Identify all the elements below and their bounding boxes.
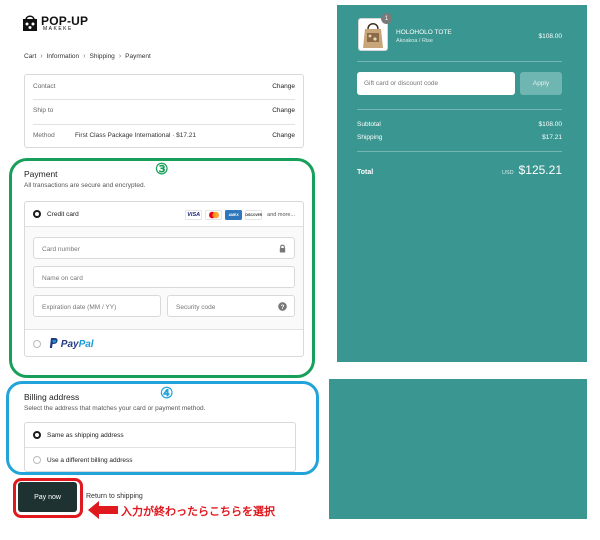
security-code-input[interactable]: [168, 297, 294, 318]
shopping-bag-icon: [23, 15, 37, 31]
expiration-field[interactable]: [33, 295, 161, 318]
brand-subname: MAKEKE: [43, 25, 73, 32]
subtotal-label: Subtotal: [357, 121, 381, 128]
product-variant: Akoakoa / Rise: [396, 38, 433, 44]
method-label: Method: [33, 132, 55, 139]
contact-change-link[interactable]: Change: [272, 83, 295, 90]
order-info-box: Contact Change Ship to Change Method Fir…: [24, 74, 304, 148]
method-value: First Class Package International · $17.…: [75, 132, 197, 139]
method-change-link[interactable]: Change: [272, 132, 295, 139]
ship-to-change-link[interactable]: Change: [272, 107, 295, 114]
billing-subtitle: Select the address that matches your car…: [24, 405, 206, 412]
step-4-marker: ④: [160, 385, 174, 402]
mastercard-icon: [205, 210, 223, 220]
pay-now-button[interactable]: Pay now: [18, 482, 77, 512]
paypal-text-pay: Pay: [60, 339, 79, 350]
security-code-field[interactable]: ?: [167, 295, 295, 318]
expiration-input[interactable]: [34, 297, 160, 318]
return-to-shipping-link[interactable]: Return to shipping: [86, 493, 143, 500]
paypal-text-pal: Pal: [78, 339, 94, 350]
visa-icon: VISA: [185, 210, 203, 220]
total-amount: USD $125.21: [502, 163, 562, 177]
paypal-logo: PayPal: [49, 338, 94, 350]
breadcrumb-cart[interactable]: Cart: [24, 53, 36, 60]
breadcrumb: Cart › Information › Shipping › Payment: [24, 53, 151, 60]
divider: [357, 109, 562, 110]
different-billing-option[interactable]: Use a different billing address: [25, 448, 295, 473]
shipping-value: $17.21: [542, 134, 562, 141]
credit-card-radio[interactable]: [33, 210, 41, 218]
contact-row: Contact Change: [25, 75, 303, 99]
lock-icon: [279, 244, 286, 253]
contact-label: Contact: [33, 83, 56, 90]
svg-text:?: ?: [281, 304, 285, 311]
subtotal-value: $108.00: [538, 121, 563, 128]
credit-card-option[interactable]: Credit card VISA AMEX DISCOVER and more.…: [25, 202, 303, 227]
ship-to-label: Ship to: [33, 107, 54, 114]
currency-code: USD: [501, 170, 514, 176]
chevron-right-icon: ›: [83, 53, 86, 60]
discount-field[interactable]: [357, 72, 515, 95]
order-summary: 1 HOLOHOLO TOTE Akoakoa / Rise $108.00 A…: [337, 5, 587, 362]
same-as-shipping-option[interactable]: Same as shipping address: [25, 423, 295, 448]
chevron-right-icon: ›: [40, 53, 43, 60]
billing-title: Billing address: [24, 392, 80, 402]
different-billing-radio[interactable]: [33, 456, 41, 464]
total-value: $125.21: [518, 163, 562, 177]
card-number-input[interactable]: [34, 239, 294, 260]
payment-methods-box: Credit card VISA AMEX DISCOVER and more.…: [24, 201, 304, 357]
paypal-option[interactable]: PayPal: [25, 330, 303, 356]
product-price: $108.00: [538, 33, 563, 40]
discover-icon: DISCOVER: [245, 210, 263, 220]
name-on-card-field[interactable]: [33, 266, 295, 289]
credit-card-form: ?: [25, 227, 303, 330]
same-as-shipping-label: Same as shipping address: [47, 432, 124, 439]
quantity-badge: 1: [381, 13, 392, 24]
arrow-left-icon: [88, 501, 118, 519]
help-icon[interactable]: ?: [278, 302, 287, 311]
breadcrumb-payment: Payment: [125, 53, 151, 60]
total-label: Total: [357, 169, 374, 176]
ship-to-row: Ship to Change: [25, 99, 303, 123]
breadcrumb-information[interactable]: Information: [47, 53, 80, 60]
payment-subtitle: All transactions are secure and encrypte…: [24, 182, 146, 189]
more-cards-text: and more...: [267, 212, 295, 218]
shipping-label: Shipping: [357, 134, 383, 141]
card-number-field[interactable]: [33, 237, 295, 260]
same-as-shipping-radio[interactable]: [33, 431, 41, 439]
summary-background-block: [329, 379, 587, 519]
name-on-card-input[interactable]: [34, 268, 294, 289]
paypal-radio[interactable]: [33, 340, 41, 348]
divider: [357, 151, 562, 152]
step-3-marker: ③: [155, 161, 169, 178]
method-row: Method First Class Package International…: [25, 124, 303, 148]
amex-icon: AMEX: [225, 210, 243, 220]
chevron-right-icon: ›: [118, 53, 122, 60]
divider: [357, 61, 562, 62]
billing-options-box: Same as shipping address Use a different…: [24, 422, 296, 472]
payment-title: Payment: [24, 169, 58, 179]
card-brands: VISA AMEX DISCOVER and more...: [185, 210, 295, 220]
different-billing-label: Use a different billing address: [47, 457, 133, 464]
product-name: HOLOHOLO TOTE: [396, 29, 452, 36]
instruction-annotation: 入力が終わったらこちらを選択: [121, 506, 275, 518]
brand-name: POP-UP: [41, 13, 89, 28]
breadcrumb-shipping[interactable]: Shipping: [90, 53, 115, 60]
paypal-icon: [49, 338, 58, 348]
tote-bag-icon: [363, 23, 383, 48]
discount-input[interactable]: [357, 72, 515, 95]
product-thumbnail: 1: [358, 13, 392, 51]
credit-card-label: Credit card: [47, 211, 79, 218]
apply-button[interactable]: Apply: [520, 72, 562, 95]
brand-logo[interactable]: POP-UP MAKEKE: [22, 14, 88, 32]
